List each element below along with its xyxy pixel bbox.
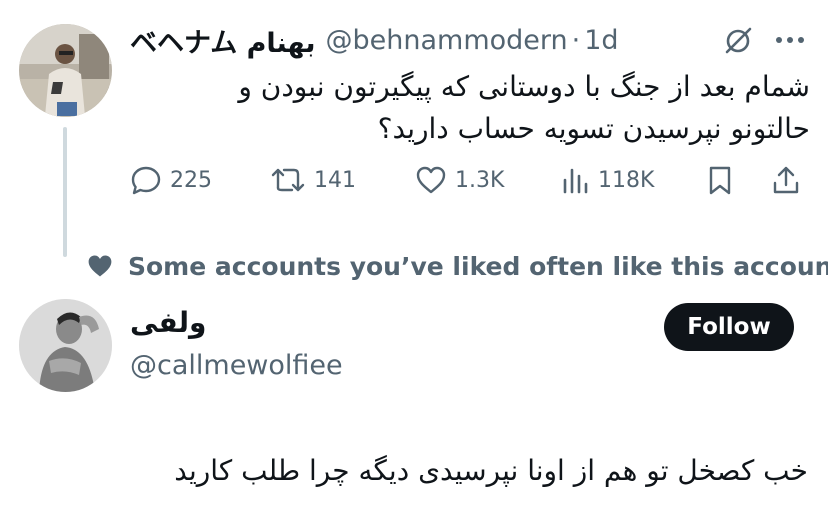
bookmark-button[interactable] [705, 160, 735, 200]
author-handle[interactable]: @behnammodern [326, 25, 568, 56]
thread-line [63, 127, 67, 257]
bookmark-icon [709, 166, 731, 195]
reply-count: 225 [170, 167, 212, 193]
views-button[interactable]: 118K [560, 160, 654, 200]
social-context: Some accounts you’ve liked often like th… [86, 248, 828, 284]
author-avatar[interactable] [19, 24, 112, 117]
recommended-bio: خب کصخل تو هم از اونا نپرسیدی دیگه چرا ط… [174, 454, 808, 487]
recommended-display-name[interactable]: ولفی [130, 306, 206, 339]
tweet-text-line: شمام بعد از جنگ با دوستانی که پیگیرتون ن… [238, 70, 810, 103]
recommended-avatar[interactable] [19, 299, 112, 392]
share-icon [773, 166, 799, 194]
heart-icon [416, 166, 446, 194]
share-button[interactable] [770, 160, 802, 200]
retweet-icon [271, 168, 305, 192]
tweet-text-line: حالتونو نپرسیدن تسویه حساب دارید؟ [377, 112, 810, 145]
reply-icon [131, 166, 161, 195]
retweet-button[interactable]: 141 [270, 160, 356, 200]
views-count: 118K [598, 167, 655, 193]
views-icon [563, 168, 588, 194]
heart-icon [88, 255, 112, 277]
tweet-text: شمام بعد از جنگ با دوستانی که پیگیرتون ن… [130, 66, 810, 150]
more-icon[interactable] [775, 33, 805, 47]
retweet-count: 141 [314, 167, 356, 193]
tweet-timestamp[interactable]: 1d [584, 25, 618, 56]
recommended-handle[interactable]: @callmewolfiee [130, 350, 343, 381]
like-count: 1.3K [455, 167, 505, 193]
reply-button[interactable]: 225 [130, 160, 212, 200]
social-context-text: Some accounts you’ve liked often like th… [128, 251, 828, 281]
tweet-actions: 225 141 1.3K 118K [130, 160, 810, 200]
like-button[interactable]: 1.3K [415, 160, 504, 200]
header-separator: · [571, 24, 581, 56]
author-display-name[interactable]: ベヘナム بهنام [130, 21, 316, 60]
timeline: ベヘナム بهنام @behnammodern · 1d شمام بعد ا… [0, 0, 828, 527]
follow-button[interactable]: Follow [664, 303, 794, 351]
tweet-header: ベヘナム بهنام @behnammodern · 1d [130, 21, 619, 60]
grok-icon[interactable] [722, 25, 754, 57]
